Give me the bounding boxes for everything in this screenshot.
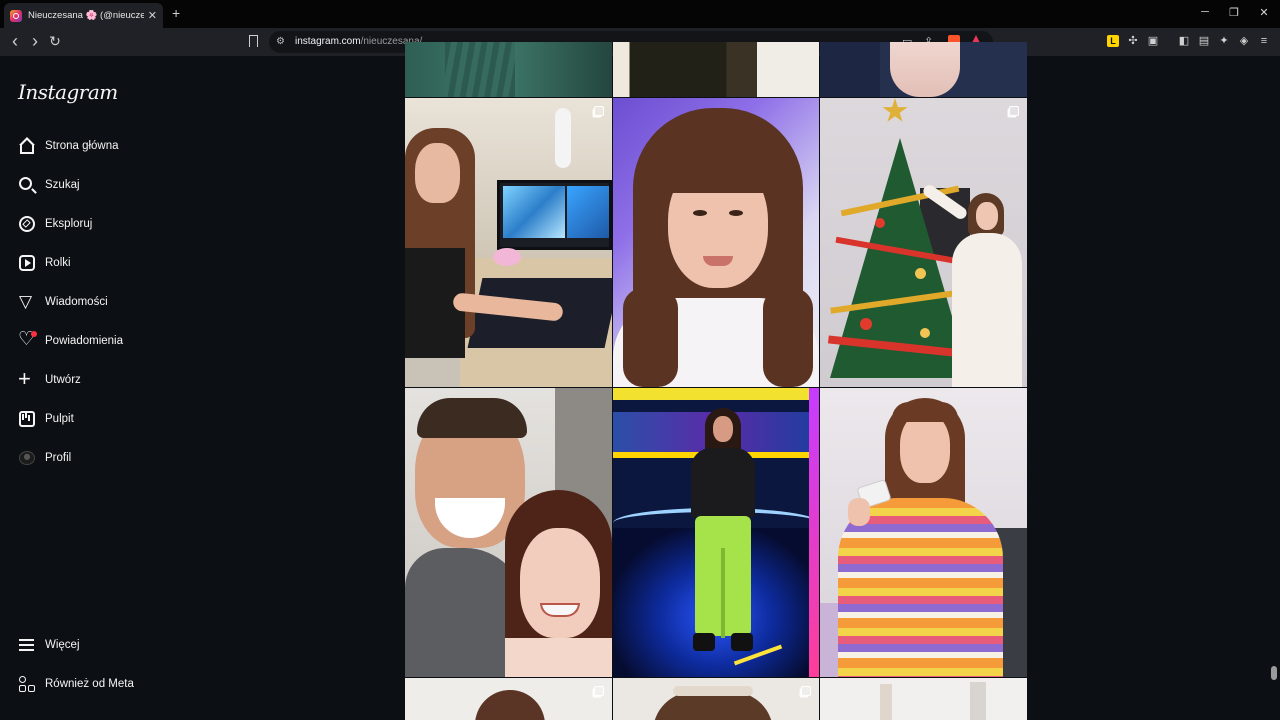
dashboard-icon <box>18 410 36 428</box>
instagram-favicon-icon <box>10 9 22 22</box>
minimize-button[interactable]: ─ <box>1198 6 1212 18</box>
wallet-icon[interactable]: ▤ <box>1198 35 1210 47</box>
sidebar-item-more[interactable]: Więcej <box>18 633 80 657</box>
post-thumbnail[interactable] <box>613 388 819 677</box>
extensions-puzzle-icon[interactable]: ✣ <box>1127 35 1139 47</box>
post-thumbnail[interactable] <box>613 678 819 720</box>
post-thumbnail[interactable] <box>405 42 612 97</box>
sidebar-item-label: Więcej <box>45 639 80 651</box>
heart-icon: ♡ <box>18 329 37 350</box>
plus-icon: + <box>18 366 31 391</box>
post-thumbnail[interactable] <box>405 678 612 720</box>
search-icon <box>18 176 36 194</box>
vpn-shield-icon[interactable]: ◈ <box>1238 35 1250 47</box>
multiple-images-icon <box>1009 106 1019 116</box>
sidebar-item-profile[interactable]: Profil <box>18 446 71 470</box>
sidebar-item-label: Utwórz <box>45 374 81 386</box>
forward-button[interactable]: › <box>27 32 43 50</box>
sidebar-item-search[interactable]: Szukaj <box>18 173 80 197</box>
tab-close-icon[interactable]: ✕ <box>148 9 157 22</box>
browser-menu-icon[interactable]: ≡ <box>1258 35 1270 47</box>
sidebar-item-label: Eksploruj <box>45 218 93 230</box>
messages-icon: ▽ <box>19 292 33 311</box>
sidebar-item-also-from-meta[interactable]: Również od Meta <box>18 672 134 696</box>
notification-dot <box>31 331 37 337</box>
site-info-icon[interactable]: ⚙ <box>276 36 285 47</box>
post-thumbnail[interactable] <box>820 388 1027 677</box>
sidebar-item-label: Powiadomienia <box>45 335 123 347</box>
maximize-button[interactable]: ❐ <box>1227 6 1241 19</box>
sidebar-item-explore[interactable]: Eksploruj <box>18 212 92 236</box>
post-thumbnail[interactable] <box>820 42 1027 97</box>
browser-tab-active[interactable]: Nieuczesana 🌸 (@nieuczesana) ✕ <box>4 3 163 28</box>
instagram-sidebar: Instagram Strona główna Szukaj Eksploruj… <box>0 56 245 720</box>
leo-ai-icon[interactable]: ✦ <box>1218 35 1230 47</box>
sidebar-item-create[interactable]: + Utwórz <box>18 368 81 392</box>
sidebar-item-notifications[interactable]: ♡ Powiadomienia <box>18 329 123 353</box>
multiple-images-icon <box>594 686 604 696</box>
post-thumbnail[interactable] <box>613 98 819 387</box>
post-thumbnail[interactable] <box>820 98 1027 387</box>
reload-button[interactable]: ↻ <box>47 33 63 49</box>
extension-yellow-icon[interactable]: L <box>1107 35 1119 47</box>
sidebar-item-label: Pulpit <box>45 413 74 425</box>
multiple-images-icon <box>594 106 604 116</box>
post-thumbnail[interactable] <box>820 678 1027 720</box>
extension-box-icon[interactable]: ▣ <box>1147 35 1159 47</box>
browser-tab-bar: Nieuczesana 🌸 (@nieuczesana) ✕ + ─ ❐ ✕ <box>0 0 1280 28</box>
page-scrollbar[interactable] <box>1270 58 1278 720</box>
sidebar-item-label: Wiadomości <box>45 296 108 308</box>
reels-icon <box>18 254 36 272</box>
bookmark-icon[interactable] <box>249 35 258 47</box>
compass-icon <box>18 215 36 233</box>
scrollbar-thumb[interactable] <box>1271 666 1277 680</box>
sidebar-item-reels[interactable]: Rolki <box>18 251 71 275</box>
sidebar-item-label: Profil <box>45 452 72 464</box>
avatar-icon <box>18 449 36 467</box>
post-thumbnail[interactable] <box>613 42 819 97</box>
sidebar-item-label: Również od Meta <box>45 678 134 690</box>
sidebar-item-label: Szukaj <box>45 179 80 191</box>
sidebar-item-label: Rolki <box>45 257 71 269</box>
menu-icon <box>18 636 36 654</box>
multiple-images-icon <box>801 686 811 696</box>
tab-title: Nieuczesana 🌸 (@nieuczesana) <box>28 10 144 21</box>
sidebar-item-home[interactable]: Strona główna <box>18 134 119 158</box>
instagram-logo[interactable]: Instagram <box>18 80 118 104</box>
post-thumbnail[interactable] <box>405 98 612 387</box>
back-button[interactable]: ‹ <box>7 32 23 50</box>
meta-apps-icon <box>18 675 36 693</box>
sidebar-item-label: Strona główna <box>45 140 119 152</box>
url-text[interactable]: instagram.com/nieuczesana/ <box>295 36 422 47</box>
new-tab-button[interactable]: + <box>172 5 180 21</box>
sidebar-item-dashboard[interactable]: Pulpit <box>18 407 74 431</box>
instagram-page: Instagram Strona główna Szukaj Eksploruj… <box>0 42 1280 720</box>
sidebar-toggle-icon[interactable]: ◧ <box>1178 35 1190 47</box>
sidebar-item-messages[interactable]: ▽ Wiadomości <box>18 290 108 314</box>
home-icon <box>18 137 36 155</box>
post-thumbnail[interactable] <box>405 388 612 677</box>
close-window-button[interactable]: ✕ <box>1257 6 1271 19</box>
